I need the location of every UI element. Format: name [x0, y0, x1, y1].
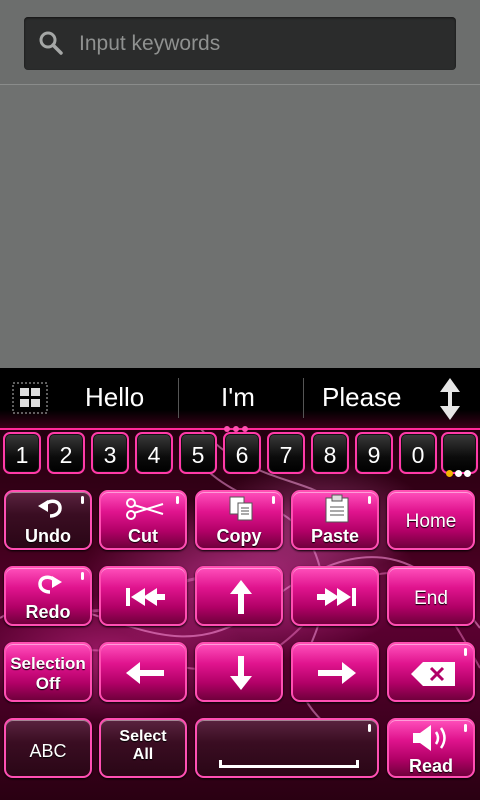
key-6[interactable]: 6	[223, 432, 261, 474]
selection-off-label-1: Selection	[10, 654, 86, 673]
cut-label: Cut	[128, 526, 158, 546]
arrow-down-icon	[230, 656, 252, 690]
apps-grid-icon[interactable]	[12, 382, 48, 414]
abc-key[interactable]: ABC	[4, 718, 92, 778]
key-0[interactable]: 0	[399, 432, 437, 474]
word-right-key[interactable]	[291, 566, 379, 626]
paste-key[interactable]: Paste	[291, 490, 379, 550]
home-label: Home	[405, 511, 457, 532]
key-3[interactable]: 3	[91, 432, 129, 474]
paste-icon	[325, 494, 349, 523]
right-arrow-key[interactable]	[291, 642, 379, 702]
copy-label: Copy	[216, 526, 262, 546]
suggestion-hello[interactable]: Hello	[85, 382, 144, 413]
space-bar-icon	[219, 760, 359, 768]
backspace-icon	[411, 662, 455, 686]
pip	[81, 496, 84, 504]
skip-left-icon	[126, 588, 165, 606]
pip	[368, 496, 371, 504]
select-all-label-1: Select	[119, 728, 167, 745]
paste-label: Paste	[310, 526, 360, 546]
pip	[464, 648, 467, 656]
suggestion-im[interactable]: I'm	[221, 382, 255, 413]
home-key[interactable]: Home	[387, 490, 475, 550]
selection-off-label-2: Off	[35, 674, 61, 693]
divider	[303, 378, 304, 418]
key-8[interactable]: 8	[311, 432, 349, 474]
select-all-label-2: All	[132, 746, 154, 763]
select-all-key[interactable]: Select All	[99, 718, 187, 778]
word-left-key[interactable]	[99, 566, 187, 626]
redo-icon	[38, 575, 62, 594]
selection-off-key[interactable]: Selection Off	[4, 642, 92, 702]
copy-icon	[229, 496, 253, 521]
redo-label: Redo	[25, 602, 71, 622]
content-area	[0, 85, 480, 368]
more-options-key[interactable]	[441, 432, 478, 477]
read-key[interactable]: Read	[387, 718, 475, 778]
key-7[interactable]: 7	[267, 432, 305, 474]
key-2[interactable]: 2	[47, 432, 85, 474]
search-placeholder: Input keywords	[79, 32, 221, 55]
undo-icon	[38, 499, 62, 518]
pip	[272, 496, 275, 504]
backspace-key[interactable]	[387, 642, 475, 702]
top-bar: Input keywords	[0, 0, 480, 85]
pip	[464, 724, 467, 732]
more-dots-icon	[446, 448, 473, 490]
undo-label: Undo	[25, 526, 71, 546]
pip	[81, 572, 84, 580]
key-9[interactable]: 9	[355, 432, 393, 474]
undo-key[interactable]: Undo	[4, 490, 92, 550]
up-arrow-key[interactable]	[195, 566, 283, 626]
key-1[interactable]: 1	[3, 432, 41, 474]
arrow-right-icon	[318, 662, 356, 684]
expand-arrows-icon[interactable]	[438, 378, 462, 420]
speaker-icon	[413, 725, 446, 751]
arrow-left-icon	[126, 662, 164, 684]
key-5[interactable]: 5	[179, 432, 217, 474]
space-key[interactable]	[195, 718, 379, 778]
scissors-icon	[126, 498, 164, 520]
read-label: Read	[408, 756, 453, 776]
left-arrow-key[interactable]	[99, 642, 187, 702]
arrow-up-icon	[230, 580, 252, 614]
redo-key[interactable]: Redo	[4, 566, 92, 626]
copy-key[interactable]: Copy	[195, 490, 283, 550]
pip	[176, 496, 179, 504]
search-field[interactable]: Input keywords	[24, 17, 456, 70]
suggestion-please[interactable]: Please	[322, 382, 402, 413]
abc-label: ABC	[29, 741, 67, 761]
keyboard: Hello I'm Please 1 2 3 4 5 6 7 8 9 0 Und…	[0, 368, 480, 800]
pip	[368, 724, 371, 732]
end-label: End	[414, 588, 448, 609]
divider	[178, 378, 179, 418]
skip-right-icon	[317, 588, 356, 606]
search-icon	[39, 31, 63, 55]
end-key[interactable]: End	[387, 566, 475, 626]
key-4[interactable]: 4	[135, 432, 173, 474]
suggestion-bar: Hello I'm Please	[0, 368, 480, 432]
cut-key[interactable]: Cut	[99, 490, 187, 550]
down-arrow-key[interactable]	[195, 642, 283, 702]
